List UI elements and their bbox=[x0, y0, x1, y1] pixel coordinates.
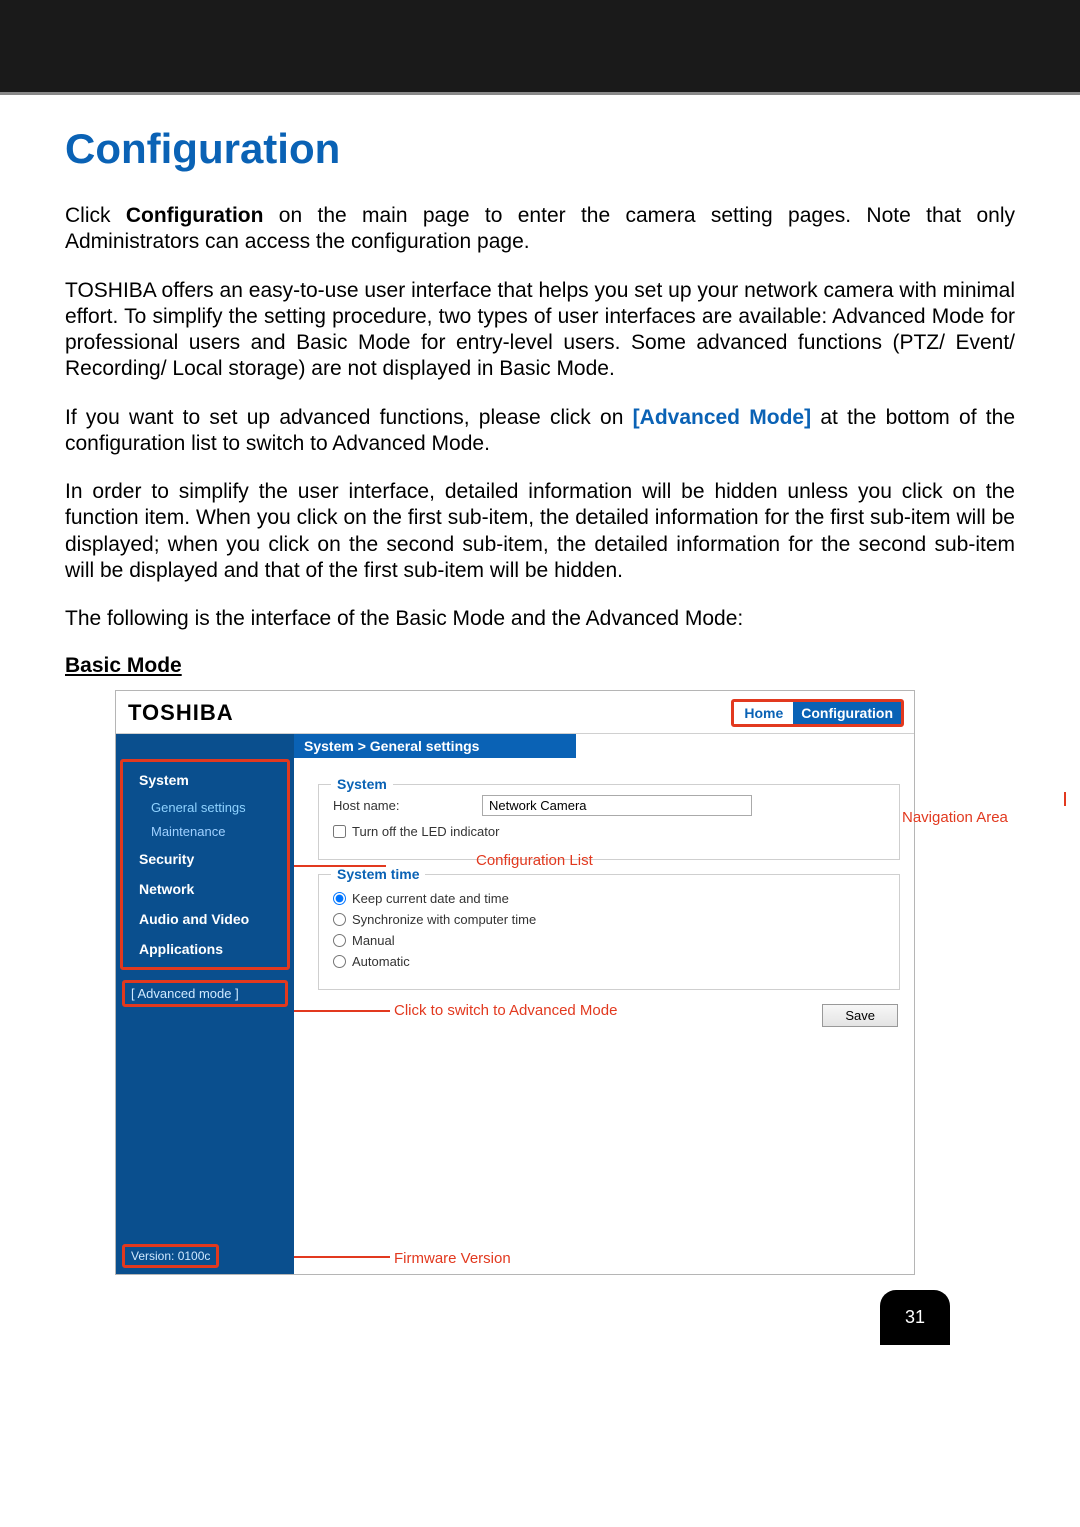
callout-line-adv bbox=[294, 1010, 390, 1012]
row-time-manual: Manual bbox=[333, 933, 885, 948]
panel-system-time: System time Keep current date and time S… bbox=[318, 874, 900, 990]
save-button[interactable]: Save bbox=[822, 1004, 898, 1027]
page-number-tab: 31 bbox=[880, 1290, 950, 1345]
paragraph-5: The following is the interface of the Ba… bbox=[65, 606, 1015, 632]
row-led-checkbox: Turn off the LED indicator bbox=[333, 824, 885, 839]
paragraph-2: TOSHIBA offers an easy-to-use user inter… bbox=[65, 278, 1015, 383]
firmware-version-label: Version: 0100c bbox=[122, 1244, 219, 1268]
p1-pre: Click bbox=[65, 204, 126, 227]
nav-home-link[interactable]: Home bbox=[734, 702, 793, 724]
paragraph-1: Click Configuration on the main page to … bbox=[65, 203, 1015, 256]
callout-configuration-list: Configuration List bbox=[476, 852, 593, 869]
brand-logo: TOSHIBA bbox=[128, 700, 234, 726]
configuration-list-highlight: System General settings Maintenance Secu… bbox=[120, 759, 290, 970]
p3-pre: If you want to set up advanced functions… bbox=[65, 406, 633, 429]
led-checkbox[interactable] bbox=[333, 825, 346, 838]
host-name-label: Host name: bbox=[333, 798, 468, 813]
basic-mode-subhead: Basic Mode bbox=[65, 654, 1015, 678]
sidebar-item-audio-video[interactable]: Audio and Video bbox=[129, 905, 281, 933]
sidebar-item-maintenance[interactable]: Maintenance bbox=[129, 820, 281, 843]
sidebar-item-security[interactable]: Security bbox=[129, 845, 281, 873]
main-panel: System > General settings Navigation Are… bbox=[294, 734, 914, 1274]
panel-system-legend: System bbox=[331, 776, 393, 792]
navigation-area-highlight: Home Configuration bbox=[731, 699, 904, 727]
sidebar-item-applications[interactable]: Applications bbox=[129, 935, 281, 963]
row-time-sync: Synchronize with computer time bbox=[333, 912, 885, 927]
panel-system-time-legend: System time bbox=[331, 866, 425, 882]
paragraph-3: If you want to set up advanced functions… bbox=[65, 405, 1015, 458]
screenshot-header: TOSHIBA Home Configuration bbox=[116, 691, 914, 734]
radio-sync-computer[interactable] bbox=[333, 913, 346, 926]
page-number: 31 bbox=[905, 1307, 925, 1328]
row-time-auto: Automatic bbox=[333, 954, 885, 969]
callout-advanced-mode: Click to switch to Advanced Mode bbox=[394, 1002, 617, 1019]
callout-navigation-area: Navigation Area bbox=[902, 809, 1008, 826]
breadcrumb: System > General settings bbox=[294, 734, 576, 758]
page-number-wrap: 31 bbox=[65, 1275, 1015, 1345]
sidebar-item-general-settings[interactable]: General settings bbox=[129, 796, 281, 819]
panel-system: System Host name: Turn off the LED indic… bbox=[318, 784, 900, 860]
led-checkbox-label: Turn off the LED indicator bbox=[352, 824, 499, 839]
sidebar: System General settings Maintenance Secu… bbox=[116, 734, 294, 1274]
advanced-mode-link-text: [Advanced Mode] bbox=[633, 406, 811, 429]
header-band bbox=[0, 0, 1080, 95]
radio-automatic[interactable] bbox=[333, 955, 346, 968]
paragraph-4: In order to simplify the user interface,… bbox=[65, 479, 1015, 584]
radio-automatic-label: Automatic bbox=[352, 954, 410, 969]
radio-sync-computer-label: Synchronize with computer time bbox=[352, 912, 536, 927]
row-host-name: Host name: bbox=[333, 795, 885, 816]
callout-line-fw bbox=[294, 1256, 390, 1258]
radio-manual[interactable] bbox=[333, 934, 346, 947]
host-name-input[interactable] bbox=[482, 795, 752, 816]
sidebar-item-network[interactable]: Network bbox=[129, 875, 281, 903]
callout-firmware-version: Firmware Version bbox=[394, 1250, 511, 1267]
row-time-keep: Keep current date and time bbox=[333, 891, 885, 906]
radio-keep-current-label: Keep current date and time bbox=[352, 891, 509, 906]
nav-configuration-link[interactable]: Configuration bbox=[793, 702, 901, 724]
advanced-mode-toggle[interactable]: [ Advanced mode ] bbox=[122, 980, 288, 1007]
page-title: Configuration bbox=[65, 125, 1015, 173]
screenshot-basic-mode: TOSHIBA Home Configuration System Genera… bbox=[115, 690, 915, 1275]
screenshot-body: System General settings Maintenance Secu… bbox=[116, 734, 914, 1274]
callout-line-conf bbox=[294, 865, 386, 867]
radio-manual-label: Manual bbox=[352, 933, 395, 948]
callout-line-navigation bbox=[1064, 792, 1066, 806]
radio-keep-current[interactable] bbox=[333, 892, 346, 905]
page-content: Configuration Click Configuration on the… bbox=[0, 95, 1080, 1385]
p1-bold: Configuration bbox=[126, 204, 264, 227]
sidebar-item-system[interactable]: System bbox=[129, 766, 281, 794]
